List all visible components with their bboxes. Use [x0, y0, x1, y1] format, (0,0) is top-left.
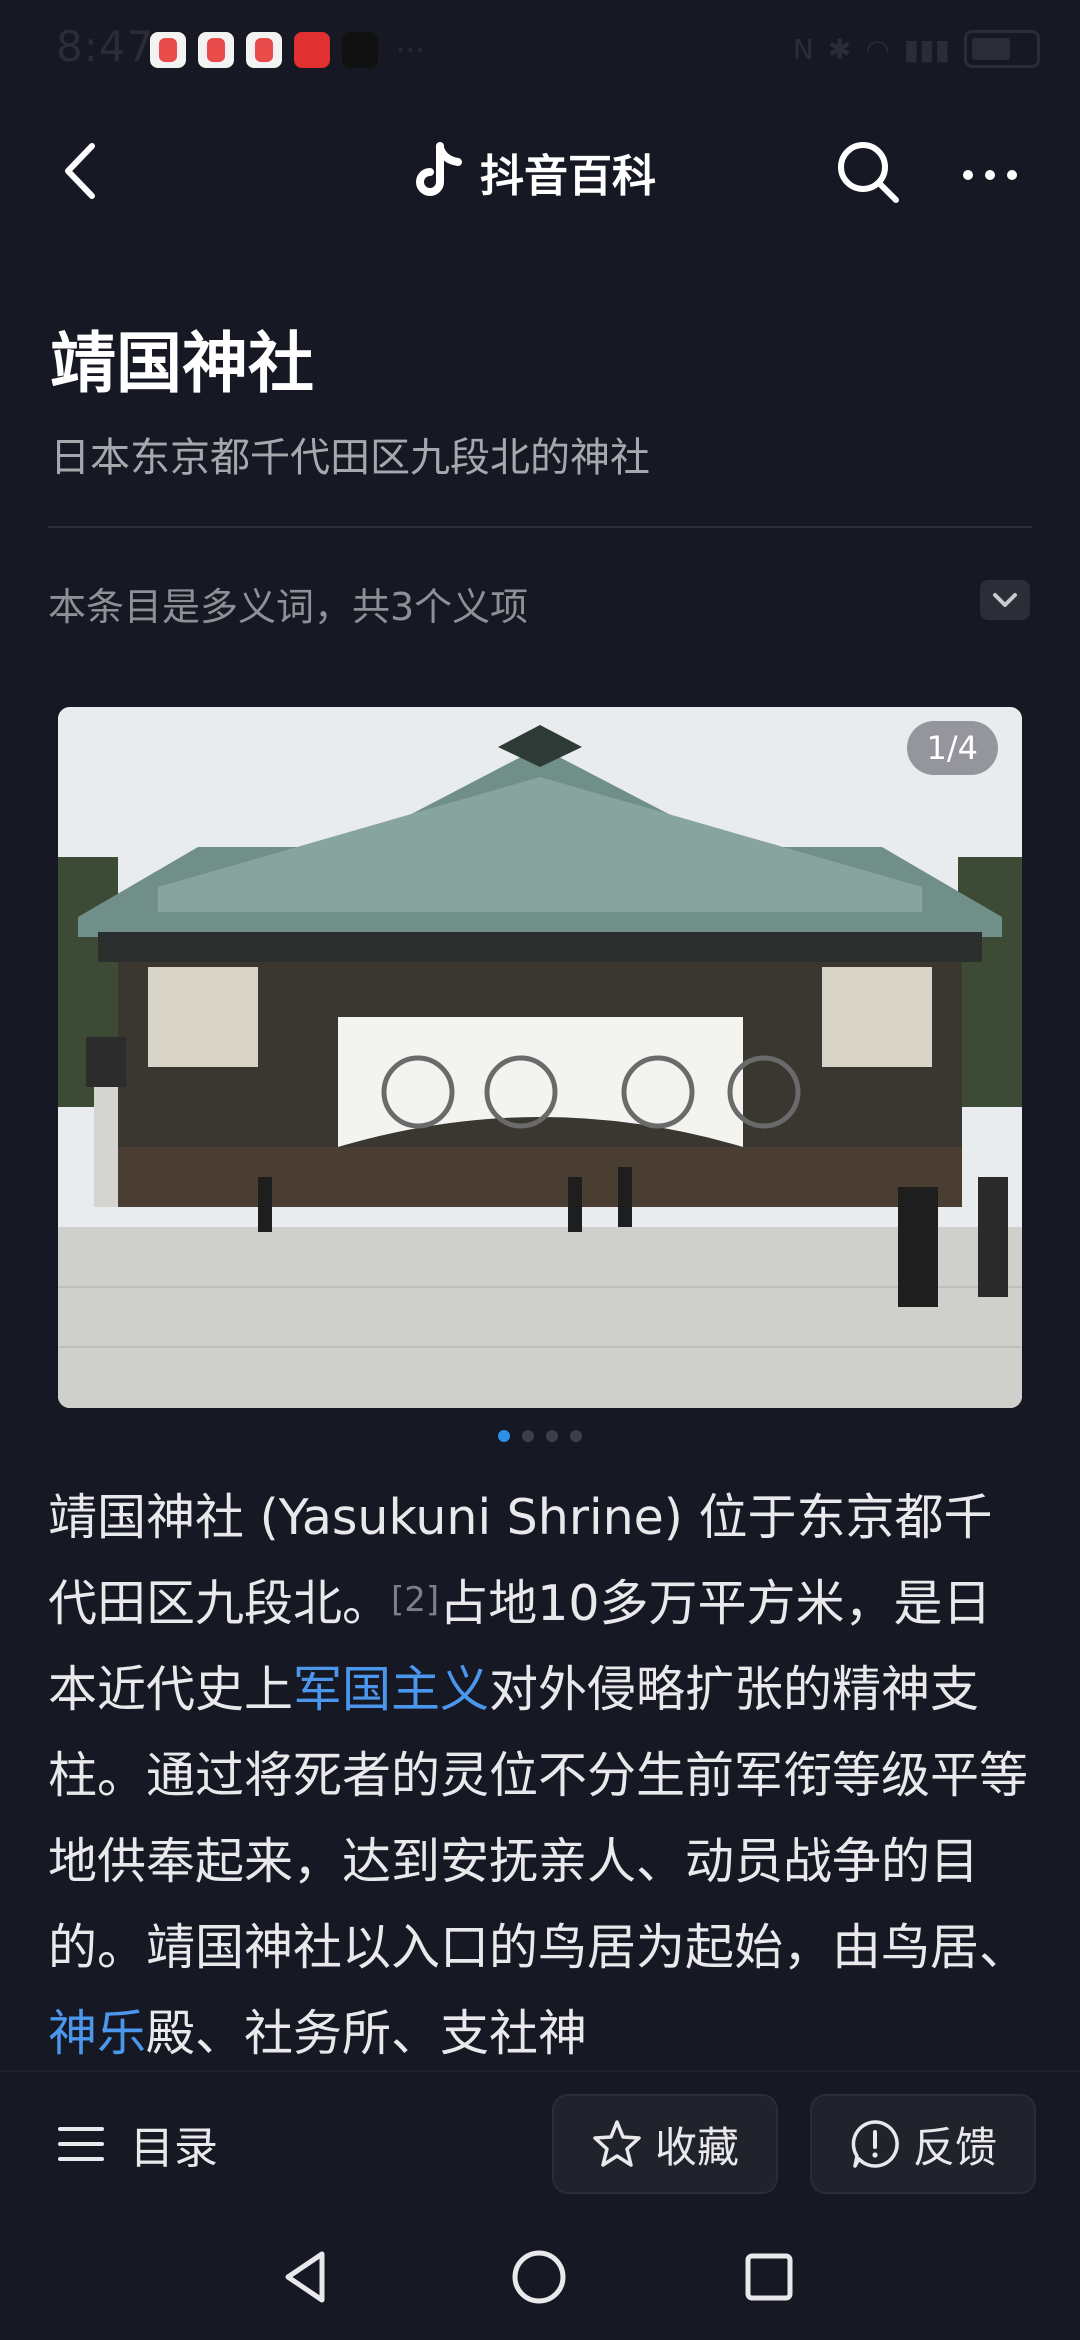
- xiaohongshu-icon: [294, 32, 330, 68]
- chevron-left-icon: [65, 143, 95, 199]
- search-icon: [838, 142, 899, 203]
- brand-title: 抖音百科: [480, 151, 656, 202]
- system-nav-bar: [0, 2220, 1080, 2340]
- circle-home-icon: [512, 2250, 566, 2304]
- top-nav: 抖音百科: [0, 110, 1080, 230]
- nfc-icon: N: [792, 32, 814, 66]
- back-button[interactable]: [50, 136, 120, 206]
- feedback-icon: [851, 2120, 899, 2168]
- toc-button[interactable]: 目录: [58, 2112, 218, 2176]
- pagination-dot[interactable]: [546, 1430, 558, 1442]
- status-indicators: N ✱ ◠ ▮▮▮: [793, 30, 1040, 68]
- toc-label: 目录: [130, 2123, 218, 2174]
- douyin-logo-icon: [416, 142, 462, 196]
- collect-button[interactable]: 收藏: [552, 2094, 778, 2194]
- brand: 抖音百科: [410, 140, 656, 204]
- collect-label: 收藏: [654, 2122, 739, 2172]
- divider: [48, 526, 1032, 528]
- app-icon: [246, 32, 282, 68]
- battery-icon: [964, 30, 1040, 68]
- pagination-dot[interactable]: [498, 1430, 510, 1442]
- reference-link[interactable]: [2]: [391, 1580, 439, 1620]
- app-icon: [150, 32, 186, 68]
- tiktok-icon: [342, 32, 378, 68]
- signal-icon: ▮▮▮: [903, 32, 950, 66]
- page-title: 靖国神社: [50, 325, 314, 402]
- status-time: 8:47: [56, 22, 155, 71]
- star-icon: [593, 2120, 641, 2167]
- app-icon: [198, 32, 234, 68]
- triangle-back-icon: [285, 2251, 325, 2303]
- feedback-button[interactable]: 反馈: [810, 2094, 1036, 2194]
- nav-home-button[interactable]: [504, 2242, 574, 2312]
- article-body: 靖国神社 (Yasukuni Shrine) 位于东京都千代田区九段北。[2]占…: [48, 1475, 1038, 2077]
- gallery-counter: 1/4: [906, 721, 998, 775]
- pagination-dot[interactable]: [570, 1430, 582, 1442]
- nav-recents-button[interactable]: [734, 2242, 804, 2312]
- wifi-icon: ◠: [865, 32, 890, 66]
- more-icon: [963, 170, 1017, 180]
- link-kagura[interactable]: 神乐: [48, 2005, 146, 2062]
- square-recents-icon: [745, 2253, 793, 2301]
- more-button[interactable]: [960, 150, 1020, 200]
- menu-icon: [58, 2127, 104, 2161]
- bottom-action-bar: 目录 收藏 反馈: [0, 2070, 1080, 2222]
- polysemy-label: 本条目是多义词，共3个义项: [48, 585, 529, 629]
- link-militarism[interactable]: 军国主义: [293, 1661, 489, 1718]
- status-bar: 8:47 ··· N ✱ ◠ ▮▮▮: [0, 0, 1080, 100]
- bluetooth-icon: ✱: [827, 32, 852, 66]
- image-gallery[interactable]: 1/4: [58, 707, 1022, 1408]
- shrine-photo: [58, 707, 1022, 1408]
- chevron-down-icon: [993, 593, 1017, 607]
- page-subtitle: 日本东京都千代田区九段北的神社: [50, 435, 650, 481]
- body-text-4: 殿、社务所、支社神: [146, 2005, 588, 2062]
- polysemy-expand-button[interactable]: [980, 580, 1030, 620]
- feedback-label: 反馈: [912, 2122, 997, 2172]
- nav-back-button[interactable]: [272, 2242, 342, 2312]
- status-app-icons: ···: [150, 32, 425, 68]
- pagination-dot[interactable]: [522, 1430, 534, 1442]
- status-more: ···: [396, 32, 425, 68]
- search-button[interactable]: [832, 136, 904, 208]
- gallery-pagination: [0, 1430, 1080, 1442]
- polysemy-row[interactable]: 本条目是多义词，共3个义项: [48, 576, 1032, 636]
